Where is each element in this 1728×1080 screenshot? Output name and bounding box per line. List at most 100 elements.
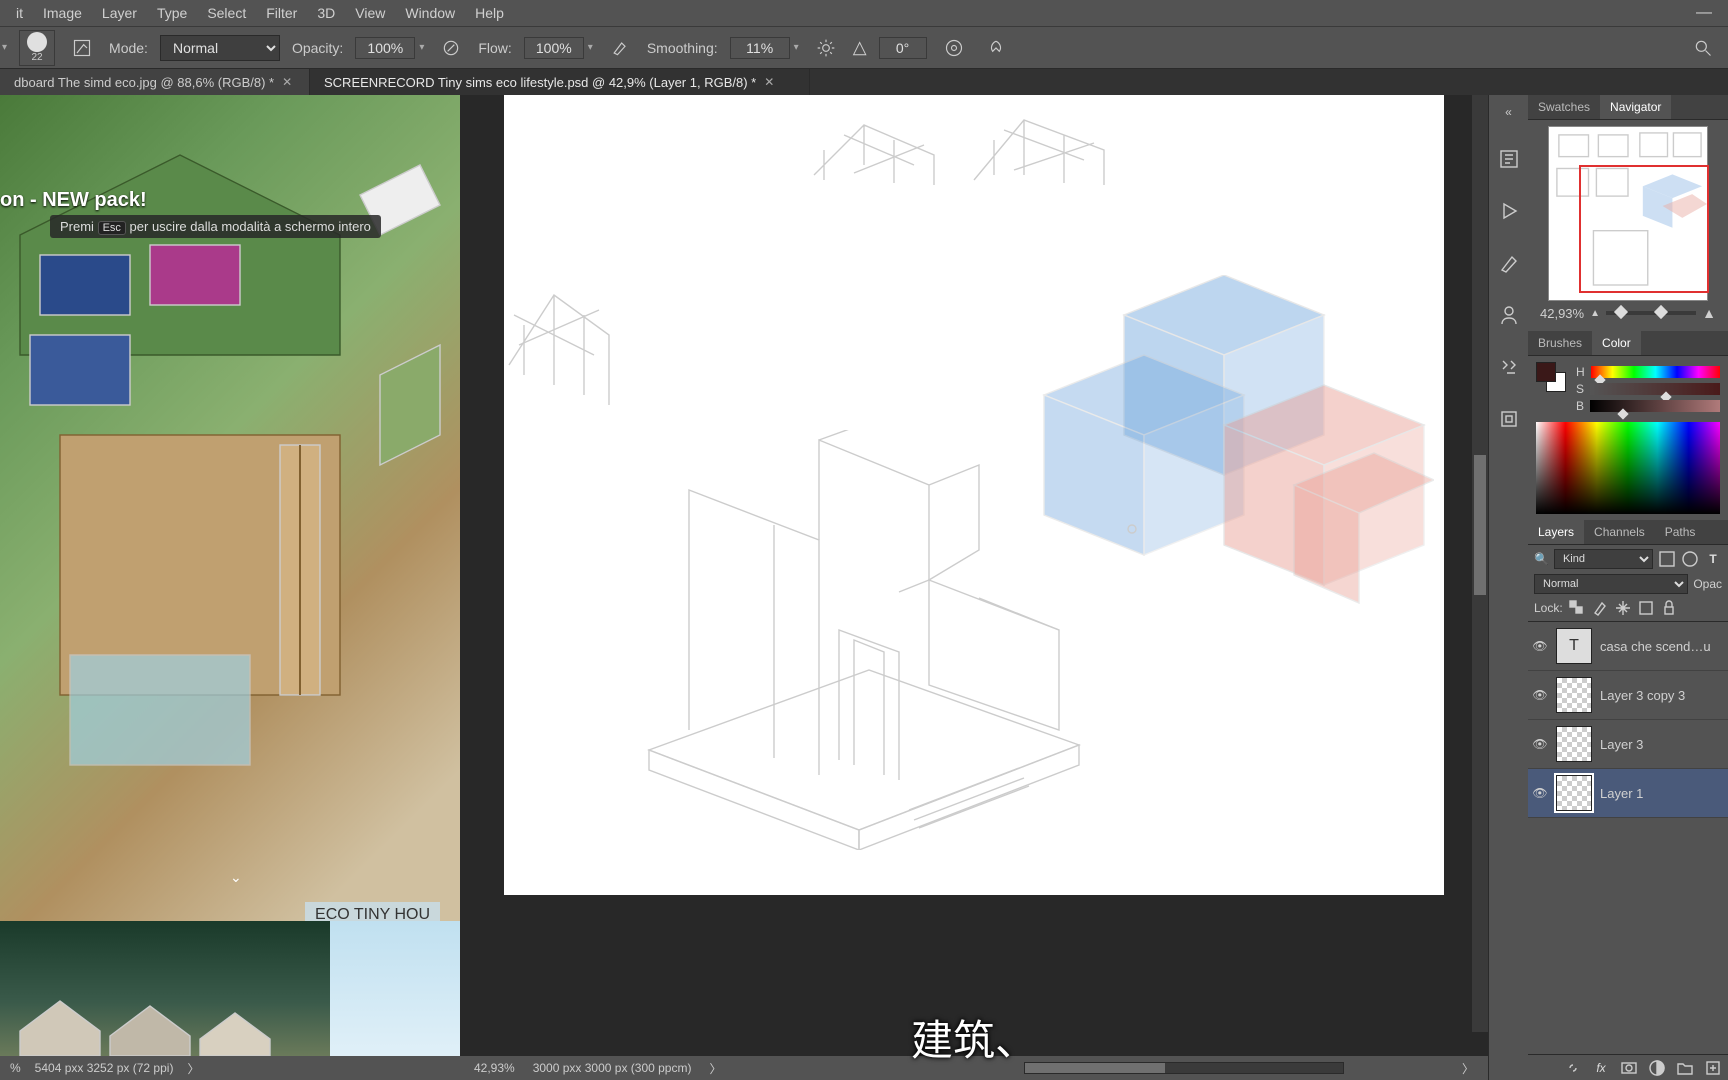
close-icon[interactable]: ✕ [282, 75, 292, 89]
dimensions-readout: 5404 pxx 3252 px (72 ppi) [35, 1061, 174, 1075]
group-icon[interactable] [1676, 1059, 1694, 1077]
layer-name[interactable]: casa che scend…u [1600, 639, 1724, 654]
menu-item[interactable]: 3D [307, 5, 345, 21]
status-arrow-icon[interactable]: 〉 [709, 1060, 721, 1077]
adjustment-layer-icon[interactable] [1648, 1059, 1666, 1077]
tab-layers[interactable]: Layers [1528, 520, 1584, 544]
layer-row[interactable]: 👁 T casa che scend…u [1528, 622, 1728, 671]
size-pressure-button[interactable] [939, 33, 969, 63]
navigator-zoom-value[interactable]: 42,93% [1540, 306, 1584, 321]
smoothing-options-button[interactable] [811, 33, 841, 63]
foreground-color-swatch[interactable] [1536, 362, 1556, 382]
saturation-slider[interactable] [1590, 383, 1720, 395]
lock-pixels-icon[interactable] [1591, 599, 1609, 617]
new-layer-icon[interactable] [1704, 1059, 1722, 1077]
visibility-toggle[interactable]: 👁 [1532, 786, 1548, 800]
navigator-view-rect[interactable] [1579, 165, 1709, 293]
canvas[interactable] [504, 95, 1444, 895]
menu-item[interactable]: it [6, 5, 33, 21]
zoom-out-icon[interactable]: ▲ [1590, 308, 1600, 319]
menu-item[interactable]: Layer [92, 5, 147, 21]
canvas-viewport[interactable] [460, 95, 1488, 1056]
layer-fx-icon[interactable]: fx [1592, 1059, 1610, 1077]
blend-mode-select[interactable]: Normal [160, 35, 280, 61]
menu-item[interactable]: View [345, 5, 395, 21]
layer-list[interactable]: 👁 T casa che scend…u 👁 Layer 3 copy 3 👁 … [1528, 621, 1728, 1054]
horizontal-scrollbar[interactable] [1024, 1062, 1344, 1074]
status-arrow-icon[interactable]: 〉 [1462, 1060, 1474, 1077]
brightness-slider[interactable] [1590, 400, 1720, 412]
layer-thumbnail [1556, 677, 1592, 713]
layer-filter-select[interactable]: Kind [1554, 549, 1653, 569]
close-icon[interactable]: ✕ [764, 75, 774, 89]
lock-position-icon[interactable] [1614, 599, 1632, 617]
tab-color[interactable]: Color [1592, 331, 1641, 355]
document-tab[interactable]: SCREENRECORD Tiny sims eco lifestyle.psd… [310, 69, 810, 95]
lock-artboard-icon[interactable] [1637, 599, 1655, 617]
vertical-scrollbar[interactable] [1472, 95, 1488, 1032]
filter-type-icon[interactable]: T [1704, 550, 1722, 568]
tab-paths[interactable]: Paths [1655, 520, 1706, 544]
hue-slider[interactable] [1591, 366, 1720, 378]
tab-brushes[interactable]: Brushes [1528, 331, 1592, 355]
angle-input[interactable] [879, 37, 927, 59]
reference-canvas[interactable]: on - NEW pack! Premi Esc per uscire dall… [0, 95, 460, 1056]
status-arrow-icon[interactable]: 〉 [187, 1060, 199, 1077]
history-panel-icon[interactable] [1497, 147, 1521, 171]
brush-preset-picker[interactable]: 22 [19, 30, 55, 66]
layer-name[interactable]: Layer 1 [1600, 786, 1724, 801]
zoom-in-icon[interactable]: ▲ [1702, 305, 1716, 321]
zoom-readout[interactable]: 42,93% [474, 1061, 515, 1075]
menu-item[interactable]: Help [465, 5, 514, 21]
brush-settings-panel-icon[interactable] [1497, 251, 1521, 275]
lock-all-icon[interactable] [1660, 599, 1678, 617]
menu-item[interactable]: Type [147, 5, 197, 21]
expand-gripper-icon[interactable]: « [1505, 105, 1512, 119]
opacity-input[interactable] [355, 37, 415, 59]
zoom-readout[interactable]: % [10, 1061, 21, 1075]
brush-settings-button[interactable] [67, 33, 97, 63]
fg-bg-swatches[interactable] [1536, 362, 1566, 392]
blend-mode-select[interactable]: Normal [1534, 574, 1688, 594]
smoothing-input[interactable] [730, 37, 790, 59]
flow-input[interactable] [524, 37, 584, 59]
libraries-panel-icon[interactable] [1497, 407, 1521, 431]
tab-navigator[interactable]: Navigator [1600, 95, 1671, 119]
link-layers-icon[interactable] [1564, 1059, 1582, 1077]
layer-row[interactable]: 👁 Layer 1 [1528, 769, 1728, 818]
filter-adjustment-icon[interactable] [1681, 550, 1699, 568]
navigator-proxy[interactable] [1548, 126, 1708, 301]
smoothing-chevron-icon[interactable]: ▾ [794, 42, 799, 53]
opacity-pressure-button[interactable] [436, 33, 466, 63]
navigator-zoom-slider[interactable] [1606, 311, 1696, 315]
actions-panel-icon[interactable] [1497, 199, 1521, 223]
document-tab[interactable]: dboard The simd eco.jpg @ 88,6% (RGB/8) … [0, 69, 310, 95]
menu-item[interactable]: Select [197, 5, 256, 21]
filter-pixel-icon[interactable] [1658, 550, 1676, 568]
character-panel-icon[interactable] [1497, 303, 1521, 327]
color-spectrum[interactable] [1536, 422, 1720, 514]
airbrush-button[interactable] [605, 33, 635, 63]
opacity-chevron-icon[interactable]: ▾ [419, 42, 424, 53]
minimize-button[interactable]: — [1686, 4, 1722, 22]
menu-item[interactable]: Image [33, 5, 92, 21]
lock-transparency-icon[interactable] [1568, 599, 1586, 617]
flow-chevron-icon[interactable]: ▾ [588, 42, 593, 53]
menu-item[interactable]: Filter [256, 5, 307, 21]
visibility-toggle[interactable]: 👁 [1532, 737, 1548, 751]
tool-preset-chevron-icon[interactable]: ▾ [2, 42, 7, 53]
layer-row[interactable]: 👁 Layer 3 copy 3 [1528, 671, 1728, 720]
layer-row[interactable]: 👁 Layer 3 [1528, 720, 1728, 769]
layer-mask-icon[interactable] [1620, 1059, 1638, 1077]
layer-name[interactable]: Layer 3 copy 3 [1600, 688, 1724, 703]
search-button[interactable] [1688, 33, 1718, 63]
visibility-toggle[interactable]: 👁 [1532, 639, 1548, 653]
symmetry-button[interactable] [981, 33, 1011, 63]
chevron-down-icon[interactable]: ⌄ [230, 869, 242, 886]
layer-name[interactable]: Layer 3 [1600, 737, 1724, 752]
tab-channels[interactable]: Channels [1584, 520, 1655, 544]
menu-item[interactable]: Window [395, 5, 465, 21]
visibility-toggle[interactable]: 👁 [1532, 688, 1548, 702]
tab-swatches[interactable]: Swatches [1528, 95, 1600, 119]
properties-panel-icon[interactable] [1497, 355, 1521, 379]
